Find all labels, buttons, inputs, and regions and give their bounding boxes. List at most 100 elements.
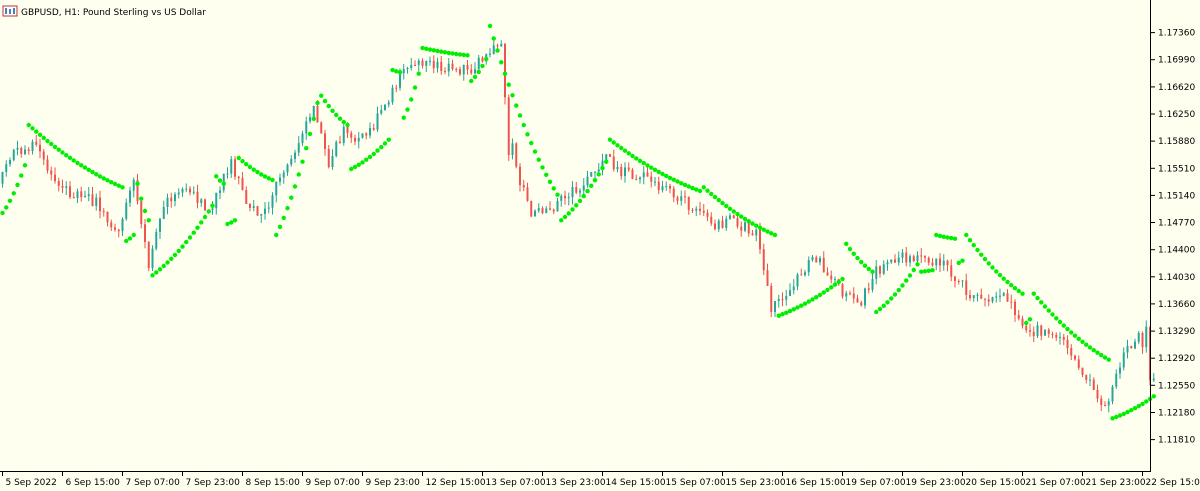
sar-dot xyxy=(491,36,496,41)
sar-dot xyxy=(979,252,984,257)
candle-body xyxy=(226,173,229,175)
sar-dot xyxy=(502,71,508,76)
sar-dot xyxy=(1039,300,1044,305)
candle-body xyxy=(751,233,754,236)
sar-dot xyxy=(731,209,736,214)
candle-body xyxy=(699,208,701,211)
time-tick-label: 15 Sep 23:00 xyxy=(726,478,786,488)
sar-dot xyxy=(307,131,313,137)
sar-dot xyxy=(334,112,339,118)
sar-dot xyxy=(840,276,845,282)
candle-body xyxy=(691,209,694,211)
price-chart[interactable]: GBPUSD, H1: Pound Sterling vs US Dollar … xyxy=(0,0,1200,491)
candle-body xyxy=(357,137,360,142)
sar-dot xyxy=(15,182,20,188)
candle-body xyxy=(429,60,431,62)
sar-dot xyxy=(1035,295,1040,301)
sar-dot xyxy=(836,279,841,285)
sar-dot xyxy=(1020,291,1025,296)
candle-body xyxy=(204,199,206,211)
sar-dot xyxy=(495,48,500,53)
candle-body xyxy=(12,149,15,161)
sar-dot xyxy=(285,206,290,211)
candle-body xyxy=(687,196,690,210)
candle-body xyxy=(380,110,383,114)
candle xyxy=(320,121,323,134)
candle-body xyxy=(912,256,915,262)
sar-dot xyxy=(0,210,5,216)
candle-body xyxy=(650,176,653,182)
candle-body xyxy=(920,255,923,257)
candle-body xyxy=(455,69,458,70)
sar-dot xyxy=(22,163,28,168)
sar-dot xyxy=(814,295,819,300)
sar-dot xyxy=(817,292,823,298)
candle xyxy=(12,148,15,162)
candle-body xyxy=(871,278,874,290)
sar-dot xyxy=(675,179,680,184)
sar-dot xyxy=(375,148,380,153)
candle-body xyxy=(1032,331,1035,337)
sar-dot xyxy=(986,261,991,266)
candle-body xyxy=(312,106,315,118)
candle-body xyxy=(736,218,739,227)
candle-body xyxy=(316,106,319,123)
sar-dot xyxy=(195,225,200,230)
sar-dot xyxy=(499,60,504,65)
time-tick-label: 7 Sep 07:00 xyxy=(126,478,181,488)
sar-dot xyxy=(247,164,253,170)
sar-dot xyxy=(124,238,129,244)
candle-body xyxy=(215,192,218,209)
sar-dot xyxy=(600,165,605,171)
candle-body xyxy=(995,296,998,298)
sar-dot xyxy=(716,197,721,203)
sar-dot xyxy=(844,241,849,246)
candle-body xyxy=(807,260,810,273)
candle-body xyxy=(1085,374,1088,380)
candle-body xyxy=(31,141,34,151)
sar-dot xyxy=(1061,323,1066,328)
candle-body xyxy=(1145,326,1148,348)
candle-body xyxy=(901,252,904,258)
candle-body xyxy=(87,194,90,197)
time-tick-label: 8 Sep 15:00 xyxy=(246,478,301,488)
candle-body xyxy=(672,188,675,198)
sar-dot xyxy=(821,290,826,295)
candle-body xyxy=(24,149,26,154)
sar-dot xyxy=(172,252,178,258)
price-tick-label: 1.14770 xyxy=(1158,219,1195,229)
candle-body xyxy=(27,149,30,152)
candle-body xyxy=(417,60,420,65)
sar-dot xyxy=(772,232,778,238)
candle-body xyxy=(35,141,38,145)
candle-body xyxy=(447,63,450,72)
sar-dot xyxy=(694,187,699,192)
sar-dot xyxy=(19,173,24,178)
sar-dot xyxy=(79,163,84,168)
sar-dot xyxy=(431,48,436,53)
candle-body xyxy=(740,226,743,231)
sar-dot xyxy=(480,63,485,69)
sar-dot xyxy=(514,103,519,108)
candle-body xyxy=(939,258,941,266)
candle-body xyxy=(9,160,11,165)
sar-dot xyxy=(634,156,639,161)
candle-body xyxy=(849,293,851,295)
candle-body xyxy=(110,222,113,228)
candle-body xyxy=(657,181,660,191)
sar-dot xyxy=(975,247,980,253)
candle-body xyxy=(230,159,233,174)
sar-dot xyxy=(191,230,196,235)
sar-dot xyxy=(382,141,388,146)
candle-body xyxy=(732,215,735,219)
candle-body xyxy=(905,252,908,263)
sar-dot xyxy=(1009,283,1014,288)
candle-body xyxy=(271,195,274,208)
candle-body xyxy=(185,188,188,190)
candle-body xyxy=(702,210,705,213)
candle-body xyxy=(402,69,405,74)
sar-dot xyxy=(60,150,65,155)
sar-dot xyxy=(304,146,309,151)
sar-dot xyxy=(562,214,568,220)
candle-body xyxy=(590,172,593,177)
